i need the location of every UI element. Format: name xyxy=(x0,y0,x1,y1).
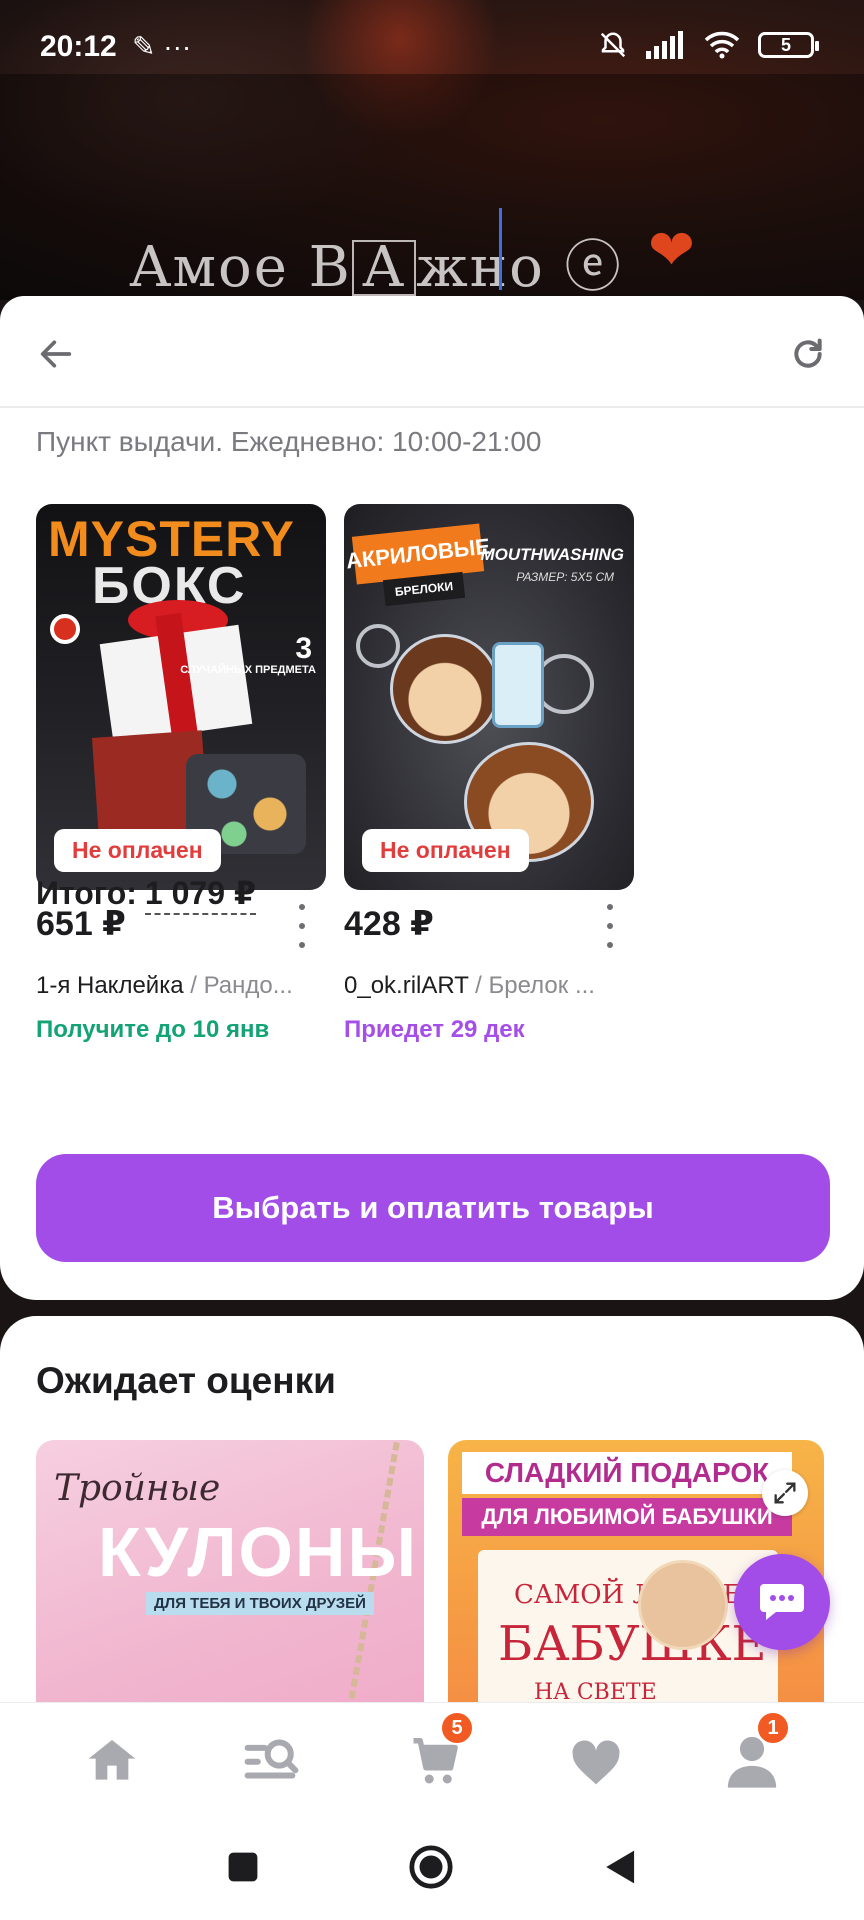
tab-cart[interactable]: 5 xyxy=(404,1711,474,1793)
sheet-header xyxy=(0,296,864,408)
unpaid-badge: Не оплачен xyxy=(362,829,529,872)
battery-icon: 5 xyxy=(758,32,819,58)
product-name: / Брелок ... xyxy=(468,972,595,999)
product-art-size: РАЗМЕР: 5Х5 СМ xyxy=(516,570,614,584)
status-system-icons: 5 xyxy=(598,30,819,60)
delivery-status: Приедет 29 дек xyxy=(344,1016,525,1043)
product-seller: 1-я Наклейка / Рандо... xyxy=(36,972,326,1000)
profile-badge: 1 xyxy=(756,1711,790,1745)
cart-badge: 5 xyxy=(440,1711,474,1745)
back-button[interactable] xyxy=(28,326,84,382)
recent-apps-button[interactable] xyxy=(218,1842,268,1892)
keychain-character xyxy=(390,634,500,744)
product-art-count-text: СЛУЧАЙНЫХ ПРЕДМЕТА xyxy=(180,664,316,676)
tab-catalog[interactable] xyxy=(238,1729,302,1793)
eye-decoration xyxy=(50,614,80,644)
product-name: / Рандо... xyxy=(183,972,293,999)
back-nav-button[interactable] xyxy=(596,1842,646,1892)
bell-muted-icon xyxy=(600,32,626,58)
delivery-status: Получите до 10 янв xyxy=(36,1016,270,1043)
product-art-subtitle: ДЛЯ ТЕБЯ И ТВОИХ ДРУЗЕЙ xyxy=(146,1592,374,1615)
product-price: 428 ₽ xyxy=(344,905,434,943)
chat-button[interactable] xyxy=(734,1554,830,1650)
total-value[interactable]: 1 079 ₽ xyxy=(144,875,257,915)
system-navigation-bar xyxy=(0,1812,864,1920)
review-product-image[interactable]: Тройные КУЛОНЫ ДЛЯ ТЕБЯ И ТВОИХ ДРУЗЕЙ xyxy=(36,1440,424,1736)
product-art-brand: MOUTHWASHING xyxy=(480,545,624,564)
product-art-subtitle: ДЛЯ ЛЮБИМОЙ БАБУШКИ xyxy=(462,1498,792,1536)
refresh-icon xyxy=(794,338,822,368)
status-notification-icons: ✎ ··· xyxy=(132,30,191,63)
more-notifications-icon: ··· xyxy=(163,31,192,62)
refresh-button[interactable] xyxy=(780,326,836,382)
overlay-text: Aмое В Ажно ⓔ xyxy=(130,235,623,300)
total-label: Итого: xyxy=(36,875,137,911)
more-options-button[interactable] xyxy=(292,904,312,948)
home-icon xyxy=(88,1740,136,1780)
heart-icon xyxy=(572,1740,620,1785)
status-bar: 20:12 ✎ ··· 5 xyxy=(0,0,864,96)
arrow-left-icon xyxy=(40,340,72,368)
home-button[interactable] xyxy=(406,1842,456,1892)
tab-profile[interactable]: 1 xyxy=(720,1711,790,1793)
unpaid-badge: Не оплачен xyxy=(54,829,221,872)
bottom-tab-bar: 5 1 xyxy=(0,1702,864,1812)
chat-icon xyxy=(760,1584,804,1620)
product-art-title: СЛАДКИЙ ПОДАРОК xyxy=(462,1452,792,1494)
product-art-count: 3 xyxy=(295,632,312,665)
select-and-pay-button[interactable]: Выбрать и оплатить товары xyxy=(36,1154,830,1262)
order-product-card[interactable]: АКРИЛОВЫЕ БРЕЛОКИ MOUTHWASHING РАЗМЕР: 5… xyxy=(344,504,634,1043)
pickup-point-info: Пункт выдачи. Ежедневно: 10:00-21:00 xyxy=(36,426,542,457)
tab-favorites[interactable] xyxy=(564,1729,628,1793)
card-text-line: БАБУШКЕ xyxy=(498,1616,767,1672)
more-options-button[interactable] xyxy=(600,904,620,948)
wifi-icon xyxy=(704,31,740,59)
product-art-tag: АКРИЛОВЫЕ xyxy=(345,523,491,585)
order-total: Итого: 1 079 ₽ xyxy=(36,874,257,915)
catalog-search-icon xyxy=(244,1739,299,1779)
product-seller: 0_ok.rilART / Брелок ... xyxy=(344,972,634,1000)
keychain-bottle xyxy=(492,642,544,728)
text-cursor xyxy=(499,208,502,290)
product-image[interactable]: АКРИЛОВЫЕ БРЕЛОКИ MOUTHWASHING РАЗМЕР: 5… xyxy=(344,504,634,890)
order-product-card[interactable]: MYSTERY БОКС 3 СЛУЧАЙНЫХ ПРЕДМЕТА Не опл… xyxy=(36,504,326,1043)
awaiting-review-section: Ожидает оценки Тройные КУЛОНЫ ДЛЯ ТЕБЯ И… xyxy=(0,1316,864,1736)
pen-icon: ✎ xyxy=(132,31,156,62)
tab-home[interactable] xyxy=(80,1729,144,1793)
status-time: 20:12 xyxy=(40,30,117,63)
expand-icon[interactable] xyxy=(762,1470,808,1516)
keyring-decoration xyxy=(356,624,400,668)
triangle-back-icon xyxy=(606,1850,635,1884)
circle-icon xyxy=(409,1845,453,1889)
signal-icon xyxy=(646,31,683,59)
square-icon xyxy=(228,1852,258,1882)
order-sheet: Пункт выдачи. Ежедневно: 10:00-21:00 MYS… xyxy=(0,296,864,1300)
heart-emoji: ❤ xyxy=(648,218,695,281)
product-image[interactable]: MYSTERY БОКС 3 СЛУЧАЙНЫХ ПРЕДМЕТА Не опл… xyxy=(36,504,326,890)
product-art-title: КУЛОНЫ xyxy=(98,1513,418,1591)
product-art-script: Тройные xyxy=(54,1468,221,1509)
seller-name: 1-я Наклейка xyxy=(36,972,184,999)
section-title: Ожидает оценки xyxy=(36,1360,336,1401)
grandma-illustration xyxy=(638,1560,728,1650)
seller-name: 0_ok.rilART xyxy=(344,972,469,999)
